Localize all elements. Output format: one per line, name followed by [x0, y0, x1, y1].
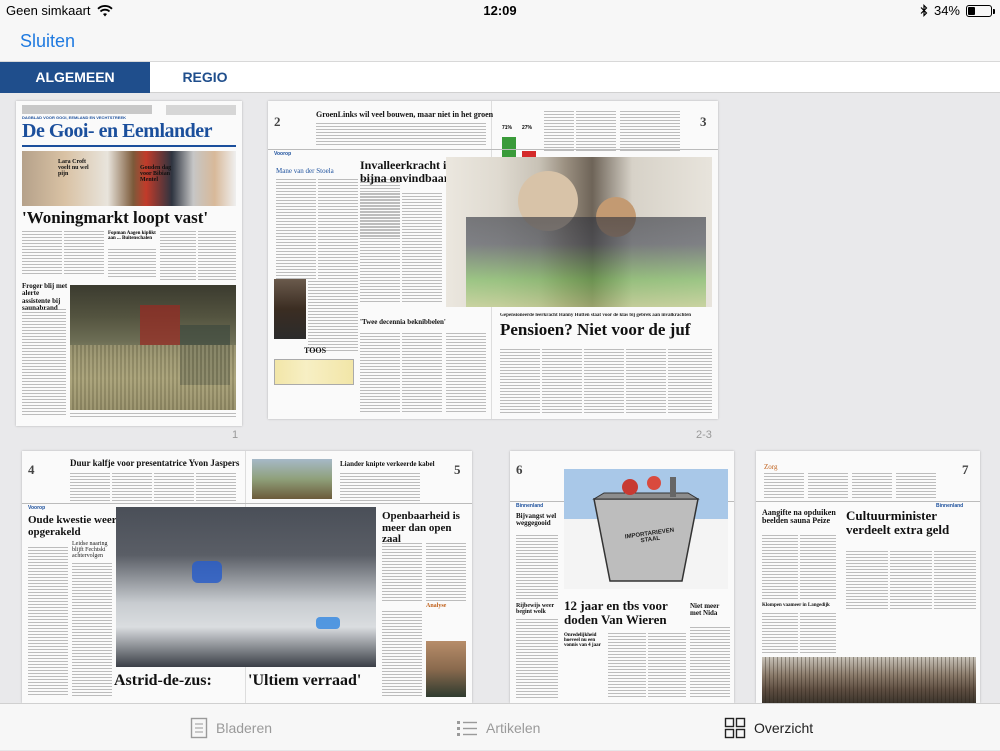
newspaper-spread-2-3[interactable]: 2 GroenLinks wil veel bouwen, maar niet …	[268, 101, 718, 419]
front-teaser-photo: Lara Croft voelt nu wel pijn Gouden dag …	[22, 151, 236, 206]
spread-45-left-number: 4	[28, 462, 35, 477]
cartoon-strip	[274, 359, 354, 385]
spread-45-right-headline: Openbaarheid is meer dan open zaal	[382, 510, 460, 546]
tab-algemeen[interactable]: ALGEMEEN	[0, 62, 150, 93]
articles-tab[interactable]: Artikelen	[456, 704, 540, 751]
newspaper-page-7[interactable]: Zorg 7 Binnenland Aangifte na opduiken b…	[756, 451, 980, 703]
page-6-section-tag: Binnenland	[516, 503, 544, 509]
cartoon-title: TOOS	[304, 346, 327, 355]
page-6-subhead: Onredelijkheid hoeveel nu een vonnis van…	[564, 633, 601, 648]
grid-icon	[724, 717, 746, 738]
spread-right-number: 3	[700, 114, 707, 129]
articles-label: Artikelen	[486, 719, 541, 736]
spread-45-left-headline: Oude kwestie weer opgerakeld	[28, 514, 117, 538]
page-7-number: 7	[962, 462, 969, 477]
status-bar: Geen simkaart 12:09 34%	[0, 0, 1000, 22]
spread-left-number: 2	[274, 114, 281, 129]
spread-teacher-photo	[446, 157, 712, 307]
cartoon-bucket-drawing	[564, 469, 728, 582]
page-number-label: 2-3	[696, 429, 712, 441]
bottom-toolbar: Bladeren Artikelen Overzicht	[0, 703, 1000, 750]
page-6-main-headline: 12 jaar en tbs voor doden Van Wieren	[564, 598, 668, 627]
newspaper-spread-4-5[interactable]: 4 Duur kalfje voor presentatrice Yvon Ja…	[22, 451, 472, 703]
front-headline: 'Woningmarkt loopt vast'	[22, 208, 209, 227]
spread-45-left-subhead: Leidse naaring blijft Fechtski achtervol…	[72, 541, 108, 559]
spread-45-section-tag: Voorop	[28, 505, 46, 511]
tab-regio[interactable]: REGIO	[150, 62, 260, 93]
page-7-kop: Zorg	[764, 463, 778, 471]
overview-tab[interactable]: Overzicht	[724, 704, 813, 751]
masthead-tagline: DAGBLAD VOOR GOOI, EEMLAND EN VECHTSTREE…	[22, 115, 127, 120]
page-overview-grid: De Gooi- en Eemlander DAGBLAD VOOR GOOI,…	[0, 93, 1000, 703]
spread-45-bottom-right-headline: 'Ultiem verraad'	[248, 672, 362, 689]
section-tabs: ALGEMEEN REGIO	[0, 62, 1000, 93]
page-7-headline-b: Klompen vaameer in Langedijk	[762, 603, 830, 608]
spread-45-bottom-left-headline: Astrid-de-zus:	[114, 672, 212, 689]
teaser-lara-croft: Lara Croft voelt nu wel pijn	[58, 159, 89, 177]
teaser-bibian-mentel: Gouden dag voor Bibian Mentel	[140, 165, 172, 183]
page-7-main-headline: Cultuurminister verdeelt extra geld	[846, 508, 950, 537]
page-6-headline-a: Bijvangst wel weggegooid	[516, 512, 557, 528]
poll-no-value: 27%	[522, 125, 533, 131]
poll-yes-value: 71%	[502, 125, 513, 131]
spread-section-tag: Voorop	[274, 151, 292, 157]
page-number-label: 1	[232, 429, 239, 441]
battery-icon	[966, 4, 995, 17]
spread-45-top-headline: Duur kalfje voor presentatrice Yvon Jasp…	[70, 458, 240, 468]
spread-author: Mane van der Stoela	[276, 167, 334, 175]
list-icon	[457, 720, 477, 736]
page-7-landscape-photo	[762, 657, 976, 703]
page-6-headline-b: Rijbewijs weer begint wolk	[516, 603, 555, 616]
newspaper-page-6[interactable]: 6 Binnenland Bijvangst wel weggegooid Ri…	[510, 451, 734, 703]
spread-45-crowd-photo	[116, 507, 376, 667]
bluetooth-icon	[920, 4, 928, 17]
cartoon-bucket: IMPORTARIEVEN STAAL	[564, 469, 728, 589]
spread-portrait-photo	[274, 279, 306, 339]
spread-45-right-number: 5	[454, 462, 461, 477]
masthead: De Gooi- en Eemlander	[22, 120, 213, 142]
spread-45-top-right-headline: Liander knipte verkeerde kabel	[340, 460, 435, 468]
clock: 12:09	[483, 3, 517, 18]
newspaper-page-1[interactable]: De Gooi- en Eemlander DAGBLAD VOOR GOOI,…	[16, 101, 242, 426]
battery-percent: 34%	[933, 3, 960, 18]
navigation-bar: Sluiten	[0, 22, 1000, 62]
page-6-side-headline: Niet meer met Nida	[690, 602, 720, 618]
browse-label: Bladeren	[216, 719, 273, 736]
spread-45-analyse-label: Analyse	[426, 603, 447, 609]
poll-box: 71% 27%	[500, 111, 540, 161]
spread-45-farm-photo	[252, 459, 332, 499]
front-photo-police	[70, 285, 236, 410]
page-icon	[190, 717, 208, 738]
front-subhead: Fopman Aagen kiplikt aan ... Buitenschal…	[108, 231, 156, 241]
spread-45-portrait-photo	[426, 641, 466, 697]
spread-subhead-decennia: 'Twee decennia beknibbelen'	[360, 318, 446, 326]
page-6-number: 6	[516, 462, 523, 477]
spread-top-headline: GroenLinks wil veel bouwen, maar niet in…	[316, 110, 494, 119]
spread-photo-caption: Gepensioneerde leerkracht Hanny Hutten s…	[500, 313, 692, 318]
close-button[interactable]: Sluiten	[20, 31, 75, 52]
overview-label: Overzicht	[754, 719, 814, 736]
page-7-headline-a: Aangifte na opduiken beelden sauna Peize	[762, 508, 836, 526]
spread-main-headline: Pensioen? Niet voor de juf	[500, 320, 691, 339]
browse-tab[interactable]: Bladeren	[190, 704, 272, 751]
front-left-headline: Froger blij met alerte assistente bij sa…	[22, 282, 68, 311]
